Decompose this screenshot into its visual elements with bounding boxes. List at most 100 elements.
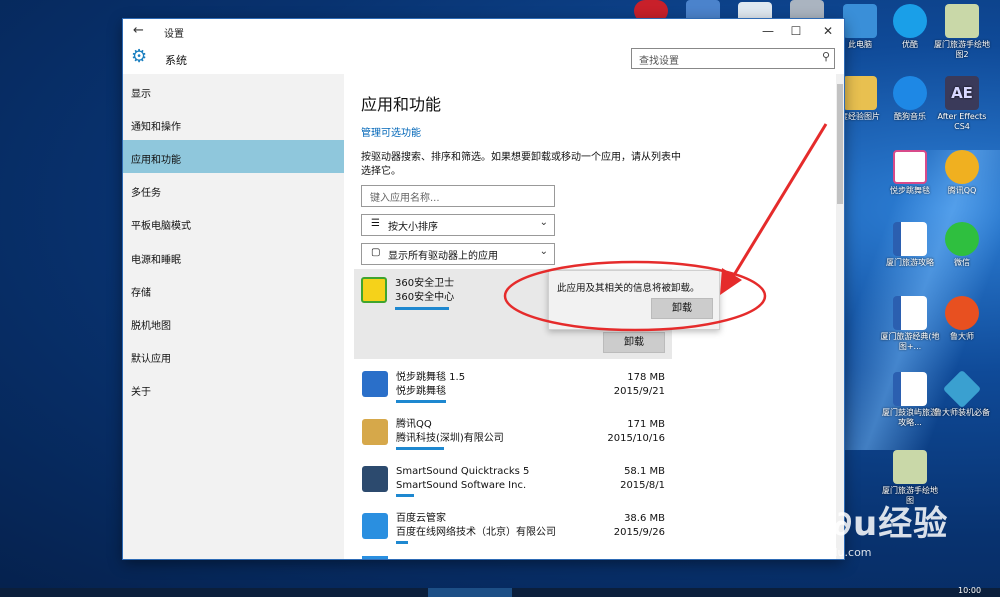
app-name: 腾讯QQ	[396, 419, 432, 430]
smartsound-app-icon	[362, 466, 388, 492]
app-size: 58.1 MB	[624, 466, 665, 477]
desktop-icon-qq[interactable]: 腾讯QQ	[932, 150, 992, 196]
yuebu-icon	[893, 150, 927, 184]
app-size-bar	[396, 494, 414, 497]
desktop-icon-travel-guide[interactable]: 厦门旅游攻略	[880, 222, 940, 268]
ludashi-icon	[945, 296, 979, 330]
uninstall-button[interactable]: 卸载	[603, 332, 665, 353]
app-publisher: 百度在线网络技术（北京）有限公司	[396, 527, 556, 538]
page-title: 应用和功能	[361, 95, 442, 114]
app-date: 2015/9/21	[613, 386, 665, 397]
watermark-url: jingyan.baidu.com	[770, 546, 872, 559]
word-doc-icon	[893, 222, 927, 256]
drive-icon: ▢	[371, 247, 381, 258]
qq-app-icon	[362, 419, 388, 445]
sidebar-item-about[interactable]: 关于	[123, 372, 344, 405]
app-name: 悦步跳舞毯 1.5	[396, 372, 466, 383]
sidebar-item-multitasking[interactable]: 多任务	[123, 173, 344, 206]
section-title: 系统	[165, 54, 187, 67]
app-name: SmartSound Quicktracks 5	[396, 466, 530, 477]
sidebar: 显示 通知和操作 应用和功能 多任务 平板电脑模式 电源和睡眠 存储 脱机地图 …	[123, 74, 344, 559]
watermark-brand: Bai∂u经验	[770, 504, 949, 544]
sidebar-item-apps-features[interactable]: 应用和功能	[123, 140, 344, 173]
app-name: 百度云管家	[396, 513, 446, 524]
settings-header: ⚙ 系统 查找设置 ⚲	[123, 43, 844, 74]
desktop-icon-wechat[interactable]: 微信	[932, 222, 992, 268]
app-date: 2015/9/26	[613, 527, 665, 538]
yuebu-app-icon	[362, 371, 388, 397]
app-date: 2015/8/1	[620, 480, 665, 491]
app-publisher: 悦步跳舞毯	[396, 386, 446, 397]
youku-icon	[893, 4, 927, 38]
sidebar-item-power-sleep[interactable]: 电源和睡眠	[123, 240, 344, 273]
desktop-icon-after-effects[interactable]: AE After Effects CS4	[932, 76, 992, 132]
app-size-bar	[395, 307, 449, 310]
window-title: 设置	[164, 29, 184, 40]
sidebar-item-default-apps[interactable]: 默认应用	[123, 339, 344, 372]
app-size-bar	[396, 447, 444, 450]
sidebar-item-storage[interactable]: 存储	[123, 273, 344, 306]
search-placeholder: 查找设置	[639, 56, 679, 67]
taskbar-active-app[interactable]	[428, 588, 512, 597]
after-effects-icon: AE	[945, 76, 979, 110]
uninstall-confirm-flyout: 此应用及其相关的信息将被卸载。 卸载	[548, 270, 720, 330]
minimize-button[interactable]: —	[753, 22, 783, 40]
taskbar	[0, 588, 1000, 597]
desktop-icon-ludashi-kit[interactable]: 鲁大师装机必备	[932, 369, 992, 418]
gear-icon: ⚙	[131, 46, 148, 67]
back-arrow-icon[interactable]: ←	[133, 23, 144, 38]
app-name: 360安全卫士	[395, 278, 455, 289]
desktop-icon-map2[interactable]: 厦门旅游手绘地图2	[932, 4, 992, 60]
chevron-down-icon: ⌄	[539, 217, 548, 228]
word-doc-icon	[893, 372, 927, 406]
app-publisher: 360安全中心	[395, 292, 455, 303]
taskbar-clock: 10:00	[958, 586, 982, 595]
close-button[interactable]: ✕	[813, 22, 843, 40]
sidebar-item-display[interactable]: 显示	[123, 74, 344, 107]
app-size: 178 MB	[627, 372, 665, 383]
next-app-icon-partial	[362, 556, 388, 559]
desktop-icon-gulangyu[interactable]: 厦门鼓浪屿旅游攻略...	[880, 372, 940, 428]
settings-window: ← 设置 — ☐ ✕ ⚙ 系统 查找设置 ⚲ 显示 通知和操作 应用和功能 多任…	[123, 19, 844, 559]
scrollbar[interactable]	[836, 74, 844, 559]
folder-icon	[843, 76, 877, 110]
sidebar-item-offline-maps[interactable]: 脱机地图	[123, 306, 344, 339]
title-bar: ← 设置 — ☐ ✕	[123, 19, 844, 43]
manage-optional-features-link[interactable]: 管理可选功能	[361, 124, 421, 139]
app-search-placeholder: 键入应用名称...	[370, 193, 440, 204]
confirm-uninstall-button[interactable]: 卸载	[651, 298, 713, 319]
sort-value: 按大小排序	[388, 222, 438, 233]
sort-dropdown[interactable]: ☰ 按大小排序 ⌄	[361, 214, 555, 236]
desktop-icon-kugou[interactable]: 酷狗音乐	[880, 76, 940, 122]
desktop-icon-ludashi[interactable]: 鲁大师	[932, 296, 992, 342]
desktop-icon-travel-classic[interactable]: 厦门旅游经典(地图+...	[880, 296, 940, 352]
app-date: 2015/10/16	[607, 433, 665, 444]
360-safe-icon	[361, 277, 387, 303]
map-image-icon	[945, 4, 979, 38]
map-image-icon	[893, 450, 927, 484]
chevron-down-icon: ⌄	[539, 246, 548, 257]
maximize-button[interactable]: ☐	[781, 22, 811, 40]
main-content: 应用和功能 管理可选功能 按驱动器搜索、排序和筛选。如果想要卸载或移动一个应用，…	[344, 74, 836, 559]
ludashi-kit-icon	[942, 369, 982, 409]
app-size: 38.6 MB	[624, 513, 665, 524]
sort-icon: ☰	[371, 218, 380, 229]
filter-value: 显示所有驱动器上的应用	[388, 251, 498, 262]
sidebar-item-notifications[interactable]: 通知和操作	[123, 107, 344, 140]
wechat-icon	[945, 222, 979, 256]
qq-penguin-icon	[945, 150, 979, 184]
uninstall-confirm-message: 此应用及其相关的信息将被卸载。	[557, 283, 700, 294]
app-search-input[interactable]: 键入应用名称...	[361, 185, 555, 207]
app-size: 171 MB	[627, 419, 665, 430]
sidebar-item-tablet-mode[interactable]: 平板电脑模式	[123, 206, 344, 239]
app-size-bar	[396, 400, 446, 403]
word-doc-icon	[893, 296, 927, 330]
drive-filter-dropdown[interactable]: ▢ 显示所有驱动器上的应用 ⌄	[361, 243, 555, 265]
desktop-icon-yuebu[interactable]: 悦步跳舞毯	[880, 150, 940, 196]
page-description: 按驱动器搜索、排序和筛选。如果想要卸载或移动一个应用，请从列表中选择它。	[361, 152, 681, 177]
app-publisher: SmartSound Software Inc.	[396, 480, 527, 491]
app-publisher: 腾讯科技(深圳)有限公司	[396, 433, 504, 444]
scrollbar-thumb[interactable]	[837, 84, 843, 204]
desktop-icon-youku[interactable]: 优酷	[880, 4, 940, 50]
settings-search-input[interactable]: 查找设置 ⚲	[631, 48, 835, 69]
